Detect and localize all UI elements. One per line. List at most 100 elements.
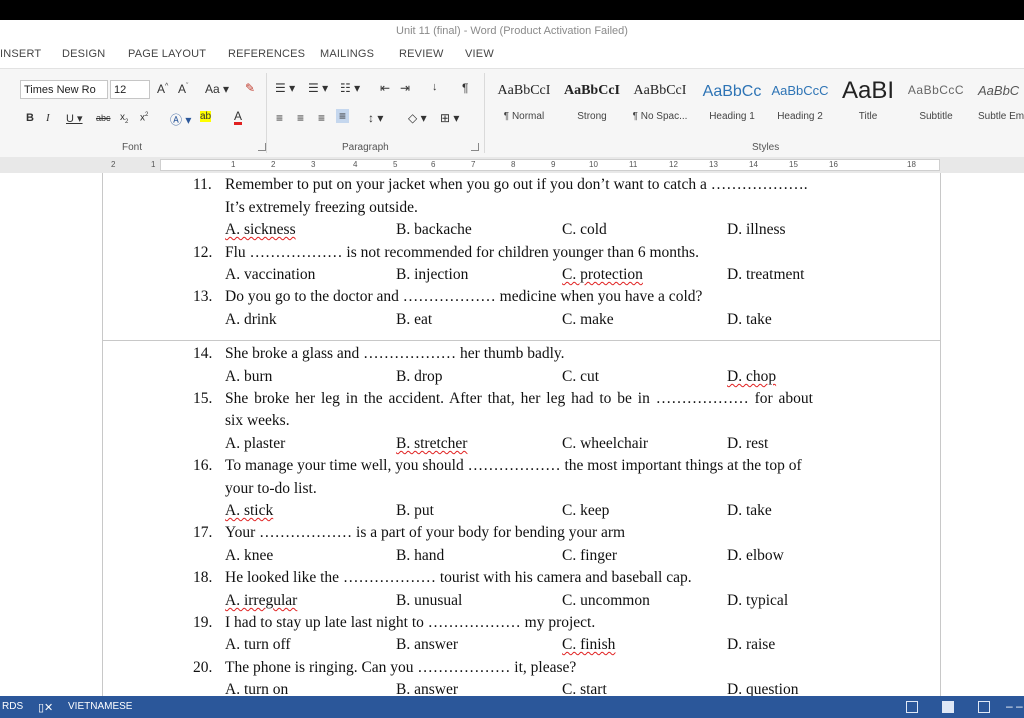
ruler-number: 11 [629,160,638,169]
font-group-label: Font [122,142,143,153]
style-sample: AaBbCcC [907,83,965,97]
document-area[interactable]: 11. Remember to put on your jacket when … [0,173,1024,698]
strikethrough-icon[interactable]: abc [96,113,111,123]
paragraph-group-label: Paragraph [342,142,389,153]
horizontal-ruler[interactable]: 2 1 1 2 3 4 5 6 7 8 9 10 11 12 13 14 15 … [0,157,1024,173]
tab-page-layout[interactable]: PAGE LAYOUT [128,48,206,60]
bold-icon[interactable]: B [26,112,34,124]
style-subtitle[interactable]: AaBbCcC Subtitle [902,75,970,131]
style-sample: AaBbCcI [633,83,687,98]
tab-mailings[interactable]: MAILINGS [320,48,374,60]
language-indicator[interactable]: VIETNAMESE [68,701,132,712]
font-color-icon[interactable]: A [234,110,243,125]
font-dialog-launcher-icon[interactable] [258,143,266,151]
line-spacing-icon[interactable]: ↕ ▾ [368,111,383,125]
style-strong[interactable]: AaBbCcI Strong [558,75,626,131]
answer-option: C. protection [562,266,643,283]
ruler-number: 2 [111,160,116,169]
style-subtle-emphasis[interactable]: AaBbC Subtle Em [970,75,1024,131]
tab-references[interactable]: REFERENCES [228,48,305,60]
highlight-icon[interactable]: ab [200,111,212,122]
question-text: Your ……………… is a part of your body for b… [225,524,626,541]
answer-option: C. keep [562,502,610,519]
ruler-number: 10 [589,160,598,169]
question-number: 18. [193,569,213,586]
style-sample: AaBI [841,77,895,104]
change-case-icon[interactable]: Aa ▾ [205,82,229,96]
shading-icon[interactable]: ◇ ▾ [408,111,427,125]
font-name-box[interactable]: Times New Ro [20,80,108,99]
question-text: Remember to put on your jacket when you … [225,176,808,193]
question-number: 19. [193,614,213,631]
paragraph-dialog-launcher-icon[interactable] [471,143,479,151]
ruler-number: 16 [829,160,838,169]
ruler-number: 6 [431,160,436,169]
answer-option: D. take [727,502,772,519]
italic-icon[interactable]: I [46,112,50,124]
justify-icon[interactable]: ≡ [336,109,350,123]
decrease-indent-icon[interactable]: ⇤ [380,81,390,95]
borders-icon[interactable]: ⊞ ▾ [440,111,459,125]
zoom-slider[interactable]: ‒ ‒ [1006,699,1023,713]
style-name: Heading 2 [777,111,823,122]
grow-font-icon[interactable]: A^ [157,82,168,96]
style-normal[interactable]: AaBbCcI ¶ Normal [490,75,558,131]
style-heading-2[interactable]: AaBbCcC Heading 2 [766,75,834,131]
style-sample: AaBbC [978,83,1020,98]
subscript-icon[interactable]: x2 [120,112,128,125]
tab-review[interactable]: REVIEW [399,48,444,60]
answer-option: D. illness [727,221,786,238]
print-layout-icon[interactable] [942,701,954,713]
web-layout-icon[interactable] [978,701,990,713]
proofing-icon[interactable]: ▯✕ [38,701,53,714]
ruler-number: 4 [353,160,358,169]
word-count[interactable]: RDS [2,701,23,712]
sort-icon[interactable]: ↓ [432,81,438,93]
answer-option: B. injection [396,266,469,283]
answer-option: D. treatment [727,266,805,283]
numbering-icon[interactable]: ☰ ▾ [308,81,328,95]
answer-option: B. backache [396,221,472,238]
text-effects-icon[interactable]: Ⓐ ▾ [170,111,191,128]
ribbon-separator [266,73,267,153]
style-sample: AaBbCcI [497,83,551,98]
style-no-spacing[interactable]: AaBbCcI ¶ No Spac... [626,75,694,131]
underline-icon[interactable]: U ▾ [66,112,83,125]
answer-option: B. unusual [396,592,463,609]
multilevel-list-icon[interactable]: ☷ ▾ [340,81,360,95]
answer-option: C. cold [562,221,607,238]
ruler-number: 13 [709,160,718,169]
ruler-number: 7 [471,160,476,169]
question-number: 17. [193,524,213,541]
answer-option: A. drink [225,311,277,328]
style-heading-1[interactable]: AaBbCc Heading 1 [698,75,766,131]
shrink-font-icon[interactable]: Aˇ [178,82,188,96]
align-left-icon[interactable]: ≡ [276,111,283,125]
align-right-icon[interactable]: ≡ [318,111,325,125]
tab-insert[interactable]: INSERT [0,48,41,60]
question-text-continued: your to-do list. [225,480,317,497]
page-break-line [102,340,941,341]
increase-indent-icon[interactable]: ⇥ [400,81,410,95]
answer-option: B. answer [396,636,458,653]
superscript-icon[interactable]: x2 [140,112,148,123]
align-center-icon[interactable]: ≡ [297,111,304,125]
style-title[interactable]: AaBI Title [834,75,902,131]
question-text: She broke her leg in the accident. After… [225,390,813,407]
answer-option: D. take [727,311,772,328]
clear-formatting-icon[interactable]: ✎ [245,81,255,95]
bullets-icon[interactable]: ☰ ▾ [275,81,295,95]
ruler-page-area: 2 1 1 2 3 4 5 6 7 8 9 10 11 12 13 14 15 … [111,159,940,171]
ribbon-tabs: INSERT DESIGN PAGE LAYOUT REFERENCES MAI… [0,42,1024,68]
font-size-box[interactable]: 12 [110,80,150,99]
tab-design[interactable]: DESIGN [62,48,105,60]
read-mode-icon[interactable] [906,701,918,713]
style-sample: AaBbCcC [771,83,829,98]
answer-option: B. hand [396,547,445,564]
tab-view[interactable]: VIEW [465,48,494,60]
question-number: 11. [193,176,212,193]
ruler-number: 8 [511,160,516,169]
question-text-continued: six weeks. [225,412,290,429]
answer-option: B. drop [396,368,443,385]
show-marks-icon[interactable]: ¶ [462,81,468,95]
